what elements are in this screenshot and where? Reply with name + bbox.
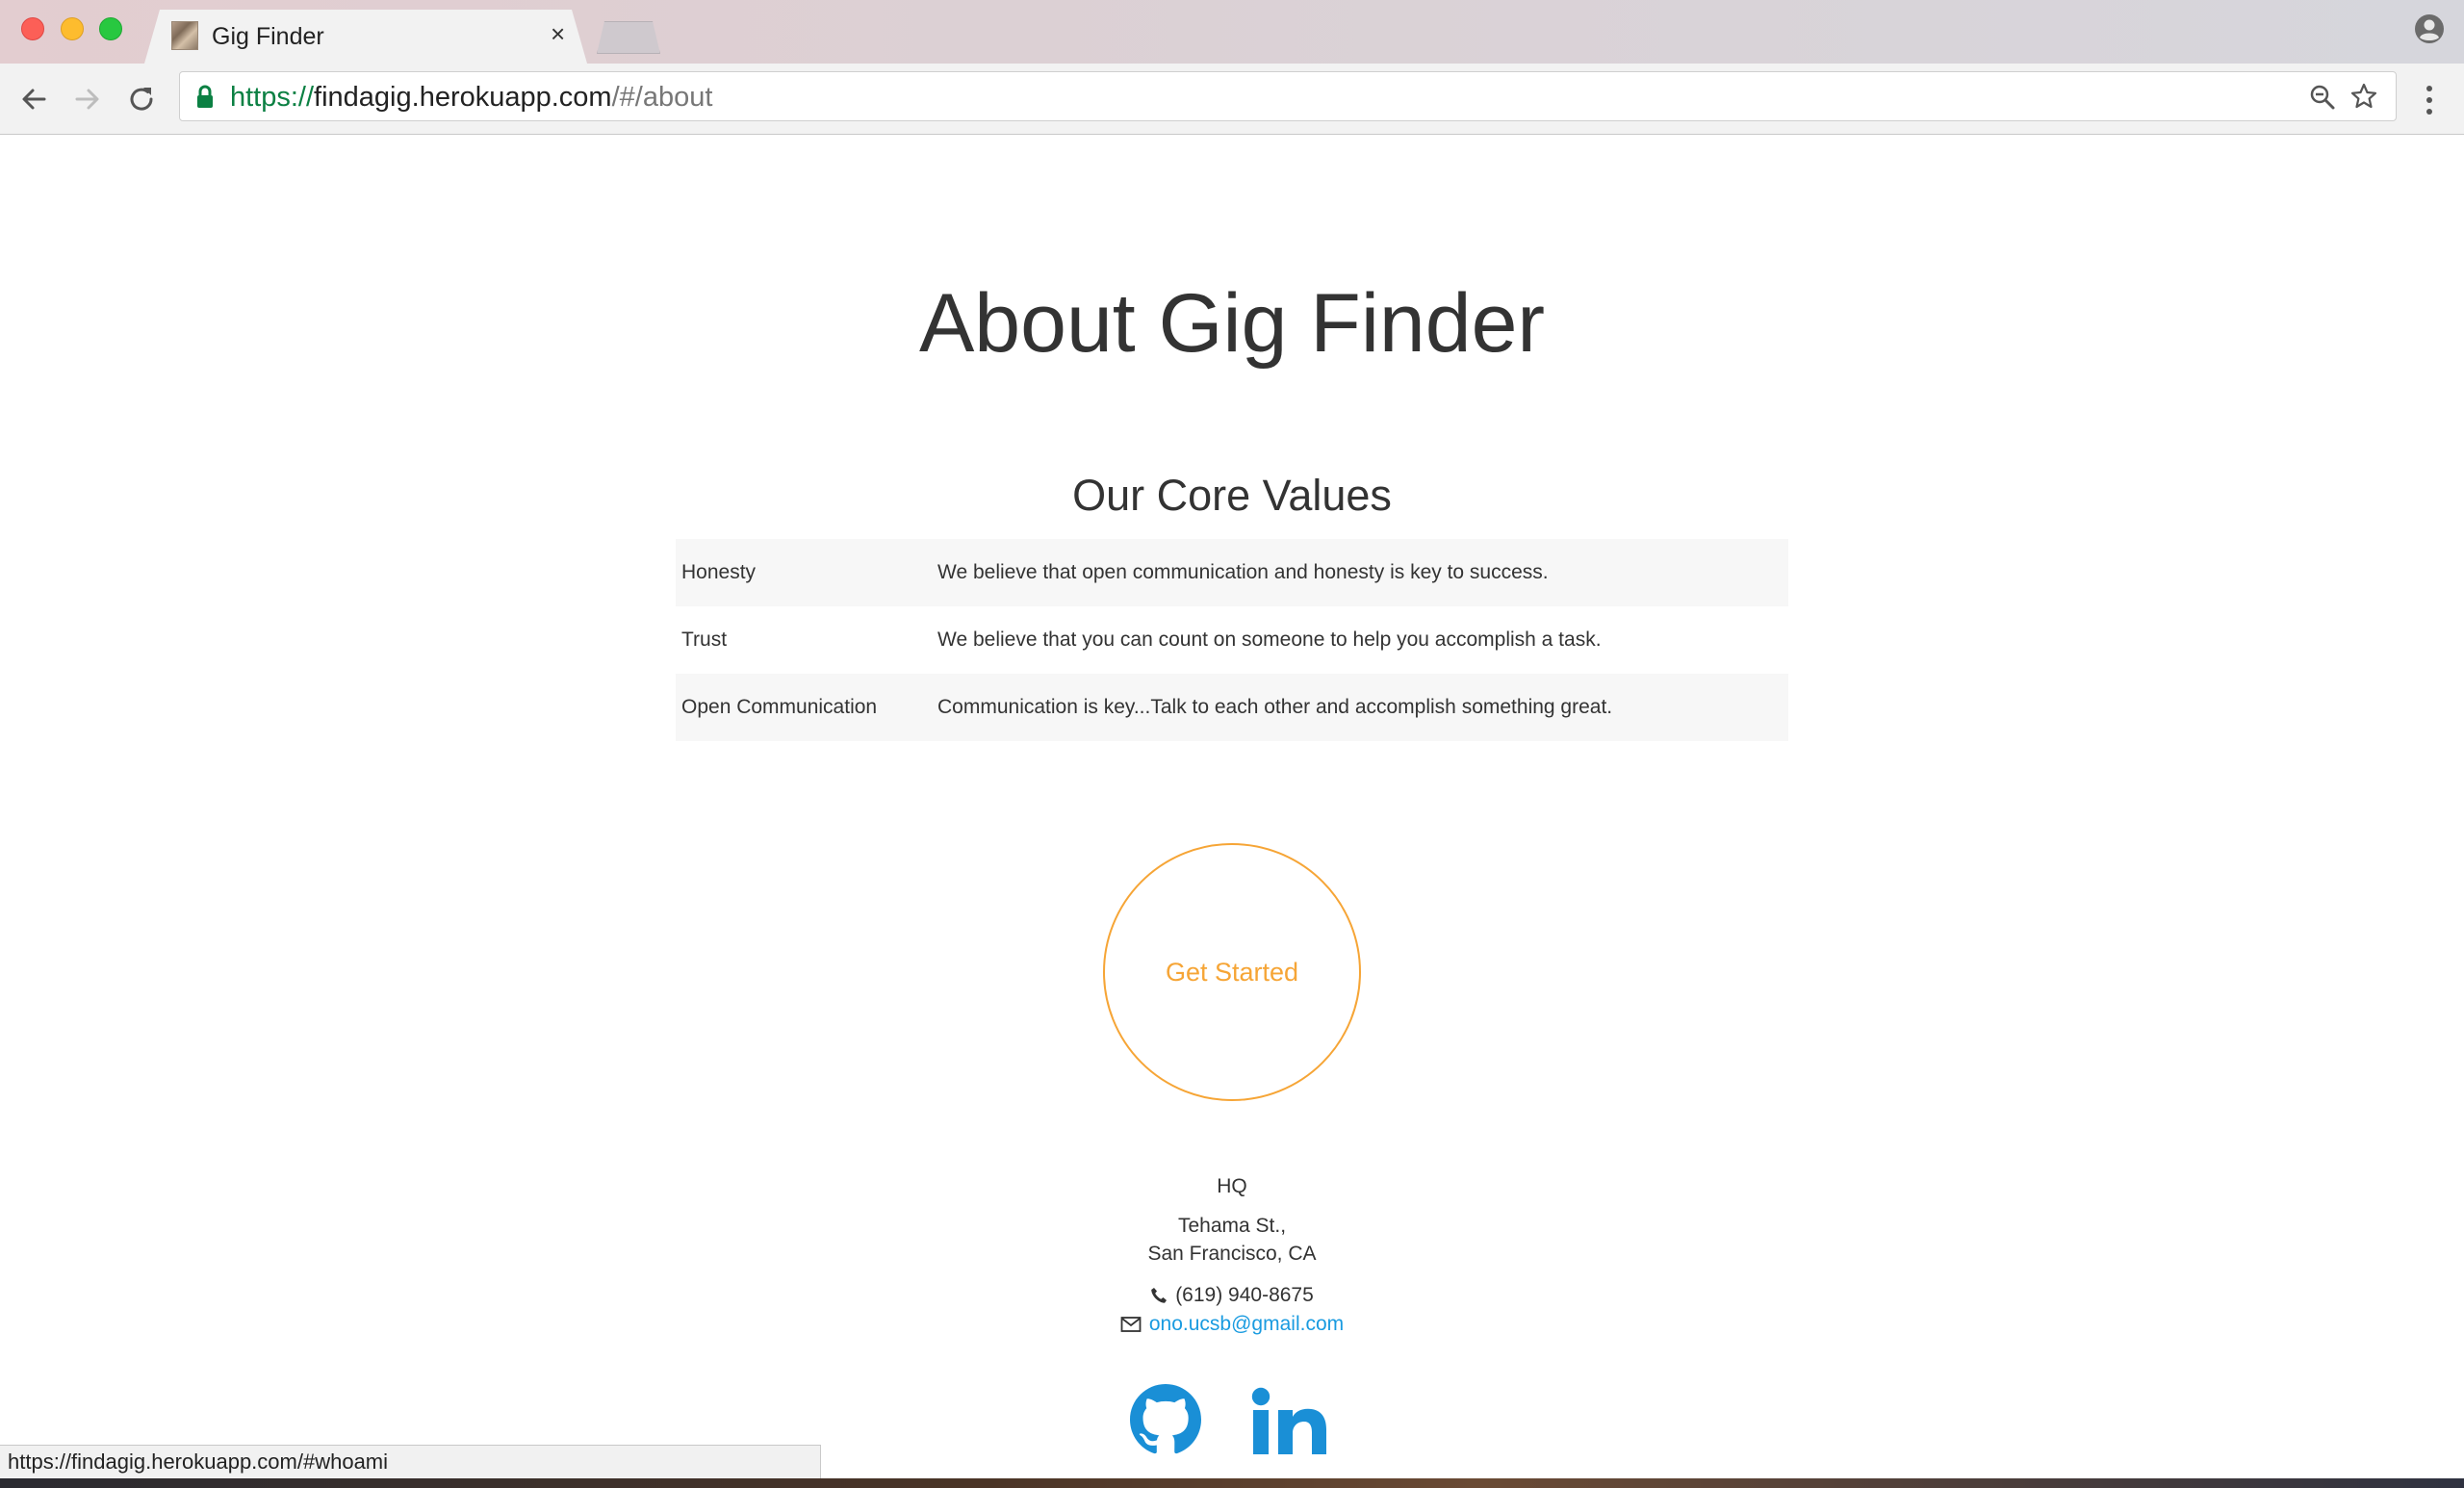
table-row: Open Communication Communication is key.… [676,674,1788,741]
phone-row: (619) 940-8675 [0,1284,2464,1307]
star-icon[interactable] [2349,82,2378,111]
status-bubble: https://findagig.herokuapp.com/#whoami [0,1445,821,1479]
tab-gig-finder[interactable]: Gig Finder × [144,10,587,64]
new-tab-button[interactable] [597,21,660,54]
address-line-2: San Francisco, CA [1147,1243,1317,1265]
zoom-icon[interactable] [2309,84,2336,111]
value-description: We believe that open communication and h… [937,561,1549,583]
profile-icon[interactable] [2414,13,2445,44]
phone-number: (619) 940-8675 [1175,1284,1314,1306]
core-values-heading: Our Core Values [1072,471,1392,520]
hq-label: HQ [1217,1175,1247,1197]
core-values-table: Honesty We believe that open communicati… [676,539,1788,741]
minimize-window-button[interactable] [61,17,84,40]
value-description: Communication is key...Talk to each othe… [937,696,1613,718]
get-started-label: Get Started [1165,957,1299,987]
browser-window: Gig Finder × https://findagig.herokuapp. [0,0,2464,1488]
email-link[interactable]: ono.ucsb@gmail.com [1149,1313,1344,1335]
address-bar[interactable]: https://findagig.herokuapp.com/#/about [179,71,2397,121]
close-tab-icon[interactable]: × [551,21,565,46]
page-content: About Gig Finder Our Core Values Honesty… [0,136,2464,1478]
table-row: Trust We believe that you can count on s… [676,606,1788,674]
browser-toolbar: https://findagig.herokuapp.com/#/about [0,64,2464,135]
value-description: We believe that you can count on someone… [937,629,1602,651]
desktop-background [0,1478,2464,1488]
github-icon[interactable] [1130,1384,1201,1455]
close-window-button[interactable] [21,17,44,40]
linkedin-icon[interactable] [1251,1387,1328,1456]
value-name: Honesty [681,561,757,583]
page-title: About Gig Finder [918,277,1546,370]
back-arrow-icon[interactable] [17,83,50,115]
value-name: Trust [681,629,728,651]
table-row: Honesty We believe that open communicati… [676,539,1788,606]
tab-strip: Gig Finder × [0,0,2464,64]
menu-icon[interactable] [2420,83,2439,117]
url-host: findagig.herokuapp.com [314,82,612,113]
reload-icon[interactable] [125,83,158,115]
get-started-button[interactable]: Get Started [1103,843,1361,1101]
lock-icon[interactable] [195,85,215,110]
url-path: /#/about [611,82,713,113]
phone-icon [1151,1288,1168,1303]
tab-title: Gig Finder [212,23,324,50]
forward-arrow-icon[interactable] [71,83,104,115]
maximize-window-button[interactable] [99,17,122,40]
email-row: ono.ucsb@gmail.com [0,1313,2464,1336]
envelope-icon [1120,1317,1142,1332]
url-text[interactable]: https://findagig.herokuapp.com/#/about [230,82,712,114]
value-name: Open Communication [681,696,878,718]
address-line-1: Tehama St., [1177,1215,1287,1237]
url-scheme: https:// [230,82,315,113]
favicon-icon [171,21,198,50]
